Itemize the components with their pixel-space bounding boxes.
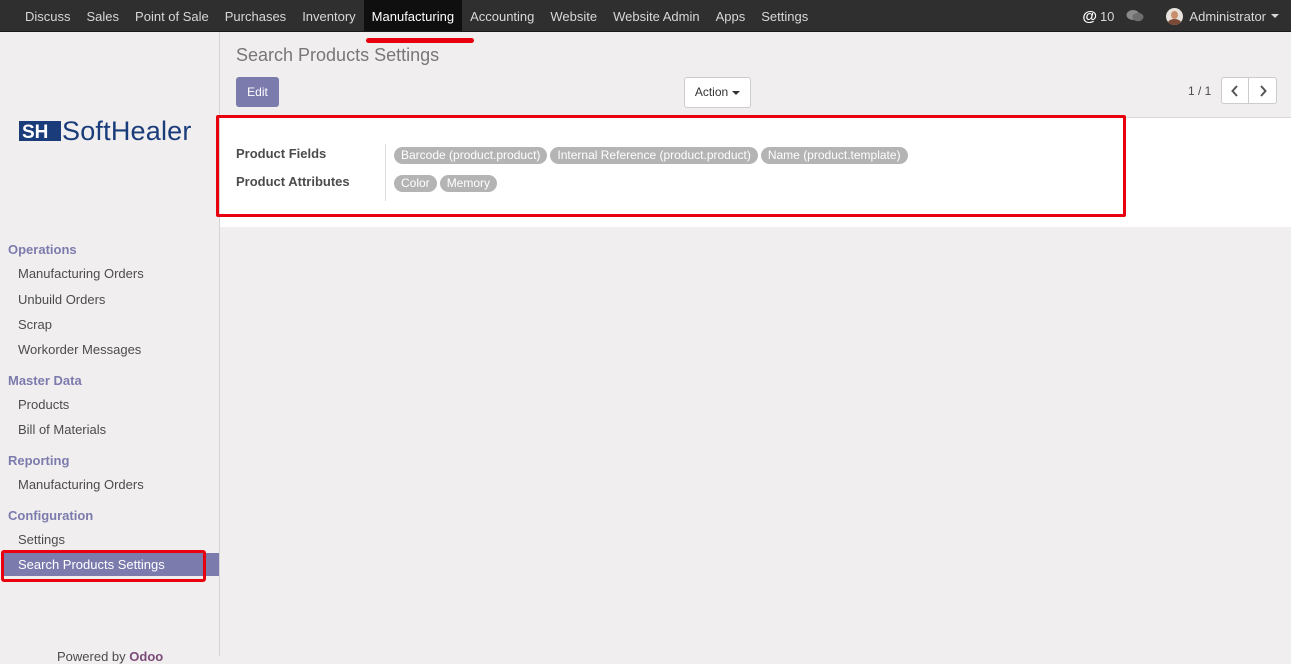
nav-settings[interactable]: Settings — [18, 532, 65, 547]
chevron-left-icon — [1231, 84, 1238, 97]
nav-products[interactable]: Products — [18, 397, 69, 412]
activity-menu[interactable]: @ 10 — [1082, 8, 1114, 25]
menu-manufacturing[interactable]: Manufacturing — [363, 0, 463, 31]
menu-discuss[interactable]: Discuss — [17, 0, 79, 31]
menu-accounting[interactable]: Accounting — [462, 0, 542, 31]
pager-previous-button[interactable] — [1221, 77, 1249, 104]
chat-icon — [1126, 10, 1144, 22]
nav-bill-of-materials[interactable]: Bill of Materials — [18, 422, 106, 437]
chevron-right-icon — [1259, 84, 1267, 97]
menu-website[interactable]: Website — [542, 0, 605, 31]
caret-down-icon — [1271, 14, 1279, 18]
highlight-box-sidebar — [1, 550, 206, 582]
page-title: Search Products Settings — [236, 45, 440, 65]
highlight-box-form — [216, 115, 1126, 217]
sidebar: SH SoftHealer Operations Manufacturing O… — [0, 32, 220, 664]
powered-by-prefix: Powered by — [57, 649, 126, 664]
nav-unbuild-orders[interactable]: Unbuild Orders — [18, 292, 105, 307]
section-master-data: Master Data — [8, 373, 82, 388]
nav-scrap[interactable]: Scrap — [18, 317, 52, 332]
company-logo: SH SoftHealer — [19, 116, 192, 146]
user-menu[interactable]: Administrator — [1166, 7, 1279, 25]
systray: @ 10 Administrator — [1082, 0, 1291, 32]
nav-manufacturing-orders[interactable]: Manufacturing Orders — [18, 266, 144, 281]
avatar — [1166, 7, 1184, 25]
user-name: Administrator — [1189, 8, 1266, 24]
powered-by: Powered by Odoo — [57, 649, 163, 664]
softhealer-logo-icon: SH — [19, 121, 61, 143]
messaging-menu[interactable] — [1126, 9, 1154, 23]
menu-apps[interactable]: Apps — [708, 0, 754, 31]
messages-count: 10 — [1099, 8, 1115, 24]
menu-point-of-sale[interactable]: Point of Sale — [127, 0, 217, 31]
highlight-underline — [366, 38, 474, 43]
pager-value[interactable]: 1 / 1 — [1188, 84, 1211, 98]
top-navbar: Discuss Sales Point of Sale Purchases In… — [0, 0, 1291, 32]
app-menu: Discuss Sales Point of Sale Purchases In… — [17, 0, 816, 32]
odoo-link[interactable]: Odoo — [129, 649, 163, 664]
caret-down-icon — [732, 90, 741, 95]
section-reporting: Reporting — [8, 453, 70, 468]
at-icon: @ — [1082, 7, 1097, 25]
logo-text: SoftHealer — [62, 116, 192, 146]
menu-settings[interactable]: Settings — [753, 0, 816, 31]
nav-reporting-manufacturing-orders[interactable]: Manufacturing Orders — [18, 477, 144, 492]
nav-workorder-messages[interactable]: Workorder Messages — [18, 342, 141, 357]
menu-inventory[interactable]: Inventory — [294, 0, 363, 31]
action-dropdown[interactable]: Action — [684, 77, 751, 108]
action-label: Action — [694, 85, 729, 99]
section-configuration: Configuration — [8, 508, 94, 523]
menu-purchases[interactable]: Purchases — [217, 0, 294, 31]
menu-sales[interactable]: Sales — [79, 0, 128, 31]
svg-text:SH: SH — [22, 122, 48, 143]
menu-website-admin[interactable]: Website Admin — [605, 0, 707, 31]
section-operations: Operations — [8, 242, 77, 257]
pager-next-button[interactable] — [1249, 77, 1277, 104]
edit-button[interactable]: Edit — [236, 77, 279, 107]
